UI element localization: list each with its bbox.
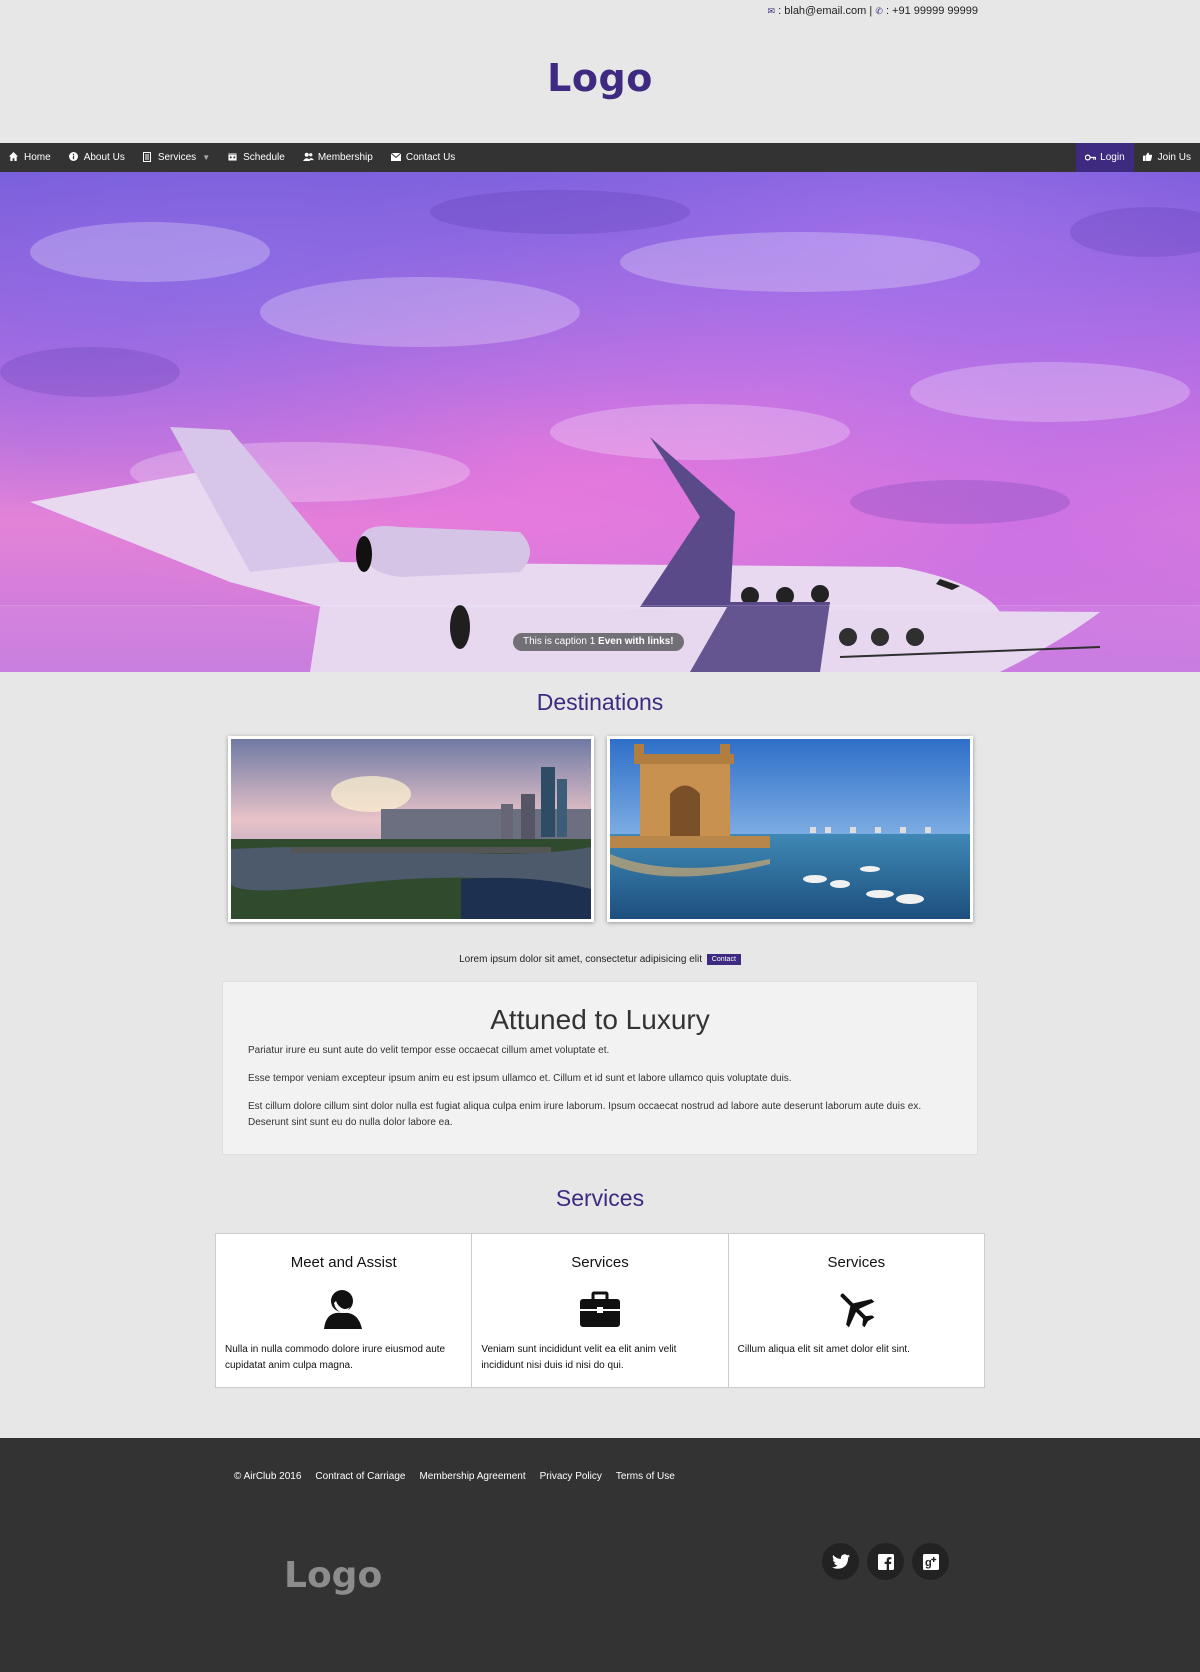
- main-navbar: Home About Us Services ▼ Schedule Member…: [0, 143, 1200, 172]
- footer-logo[interactable]: Logo: [284, 1555, 382, 1596]
- services-title: Services: [555, 1185, 645, 1211]
- chevron-down-icon: ▼: [202, 153, 211, 162]
- nav-membership-label: Membership: [317, 152, 373, 163]
- city-photo: [231, 739, 591, 919]
- promo-text: Lorem ipsum dolor sit amet, consectetur …: [459, 954, 702, 966]
- envelope-icon: [390, 152, 402, 163]
- facebook-button[interactable]: [867, 1543, 904, 1580]
- luxury-title: Attuned to Luxury: [490, 1004, 710, 1035]
- contact-email[interactable]: : blah@email.com |: [778, 5, 872, 17]
- twitter-button[interactable]: [822, 1543, 859, 1580]
- gateway-photo: [610, 739, 970, 919]
- footer-links: © AirClub 2016 Contract of Carriage Memb…: [234, 1471, 689, 1482]
- nav-home-label: Home: [24, 152, 51, 163]
- nav-join-label: Join Us: [1157, 152, 1191, 163]
- document-icon: [143, 151, 152, 164]
- envelope-icon: ✉: [767, 6, 776, 16]
- nav-join[interactable]: Join Us: [1134, 143, 1200, 172]
- contact-button[interactable]: Contact: [706, 954, 741, 965]
- contact-phone[interactable]: : +91 99999 99999: [886, 5, 978, 17]
- promo-line: Lorem ipsum dolor sit amet, consectetur …: [0, 954, 1200, 965]
- service-text: Nulla in nulla commodo dolore irure eius…: [225, 1344, 446, 1371]
- luxury-paragraph: Pariatur irure eu sunt aute do velit tem…: [248, 1045, 610, 1056]
- service-text: Veniam sunt incididunt velit ea elit ani…: [481, 1344, 677, 1371]
- destination-card-city[interactable]: [228, 736, 594, 922]
- twitter-icon: [831, 1554, 850, 1569]
- service-title: Meet and Assist: [290, 1254, 397, 1271]
- users-icon: [302, 152, 314, 163]
- calendar-icon: [228, 152, 237, 163]
- contact-bar: ✉ : blah@email.com | ✆ : +91 99999 99999: [768, 0, 978, 22]
- facebook-icon: [877, 1553, 894, 1570]
- home-icon: [9, 152, 18, 163]
- footer-link-membership[interactable]: Membership Agreement: [419, 1471, 525, 1482]
- svg-text:g: g: [925, 1557, 932, 1569]
- nav-login-label: Login: [1100, 152, 1125, 163]
- nav-contact-label: Contact Us: [405, 152, 456, 163]
- caption-link[interactable]: Even with links!: [598, 636, 674, 647]
- user-icon: [323, 1290, 362, 1329]
- site-logo[interactable]: Logo: [0, 56, 1200, 100]
- key-icon: [1084, 153, 1097, 163]
- destination-card-gateway[interactable]: [607, 736, 973, 922]
- services-grid: Meet and Assist Nulla in nulla commodo d…: [215, 1233, 985, 1388]
- copyright-text: © AirClub 2016: [234, 1471, 302, 1482]
- nav-about[interactable]: About Us: [60, 143, 134, 172]
- info-icon: [68, 152, 78, 163]
- thumbs-up-icon: [1142, 152, 1152, 163]
- nav-services[interactable]: Services ▼: [134, 143, 219, 172]
- destinations-title: Destinations: [536, 689, 664, 715]
- nav-about-label: About Us: [83, 152, 125, 163]
- nav-services-label: Services: [157, 152, 197, 163]
- service-card[interactable]: Meet and Assist Nulla in nulla commodo d…: [216, 1234, 473, 1387]
- airplane-icon: [840, 1293, 875, 1328]
- luxury-paragraph: Est cillum dolore cillum sint dolor null…: [248, 1101, 922, 1128]
- briefcase-icon: [579, 1291, 620, 1327]
- hero-carousel[interactable]: This is caption 1 Even with links!: [0, 172, 1200, 672]
- carousel-caption: This is caption 1 Even with links!: [513, 633, 684, 651]
- service-card[interactable]: Services Cillum aliqua elit sit amet dol…: [729, 1234, 984, 1387]
- nav-schedule[interactable]: Schedule: [219, 143, 294, 172]
- nav-schedule-label: Schedule: [243, 152, 285, 163]
- nav-membership[interactable]: Membership: [294, 143, 382, 172]
- footer-link-terms[interactable]: Terms of Use: [616, 1471, 675, 1482]
- service-title: Services: [827, 1254, 886, 1271]
- caption-text: This is caption 1: [523, 636, 596, 647]
- service-title: Services: [571, 1254, 629, 1271]
- luxury-paragraph: Esse tempor veniam excepteur ipsum anim …: [248, 1073, 792, 1084]
- hero-jet-image: [0, 190, 1200, 672]
- footer-link-contract[interactable]: Contract of Carriage: [315, 1471, 405, 1482]
- google-plus-button[interactable]: g: [912, 1543, 949, 1580]
- footer-link-privacy[interactable]: Privacy Policy: [540, 1471, 602, 1482]
- phone-icon: ✆: [875, 6, 883, 16]
- google-plus-icon: g: [922, 1553, 939, 1570]
- service-text: Cillum aliqua elit sit amet dolor elit s…: [737, 1344, 910, 1355]
- footer: © AirClub 2016 Contract of Carriage Memb…: [0, 1438, 1200, 1672]
- nav-home[interactable]: Home: [0, 143, 60, 172]
- service-card[interactable]: Services Veniam sunt incididunt velit ea…: [472, 1234, 729, 1387]
- nav-login[interactable]: Login: [1076, 143, 1134, 172]
- nav-contact[interactable]: Contact Us: [382, 143, 464, 172]
- luxury-panel: Attuned to Luxury Pariatur irure eu sunt…: [222, 981, 978, 1155]
